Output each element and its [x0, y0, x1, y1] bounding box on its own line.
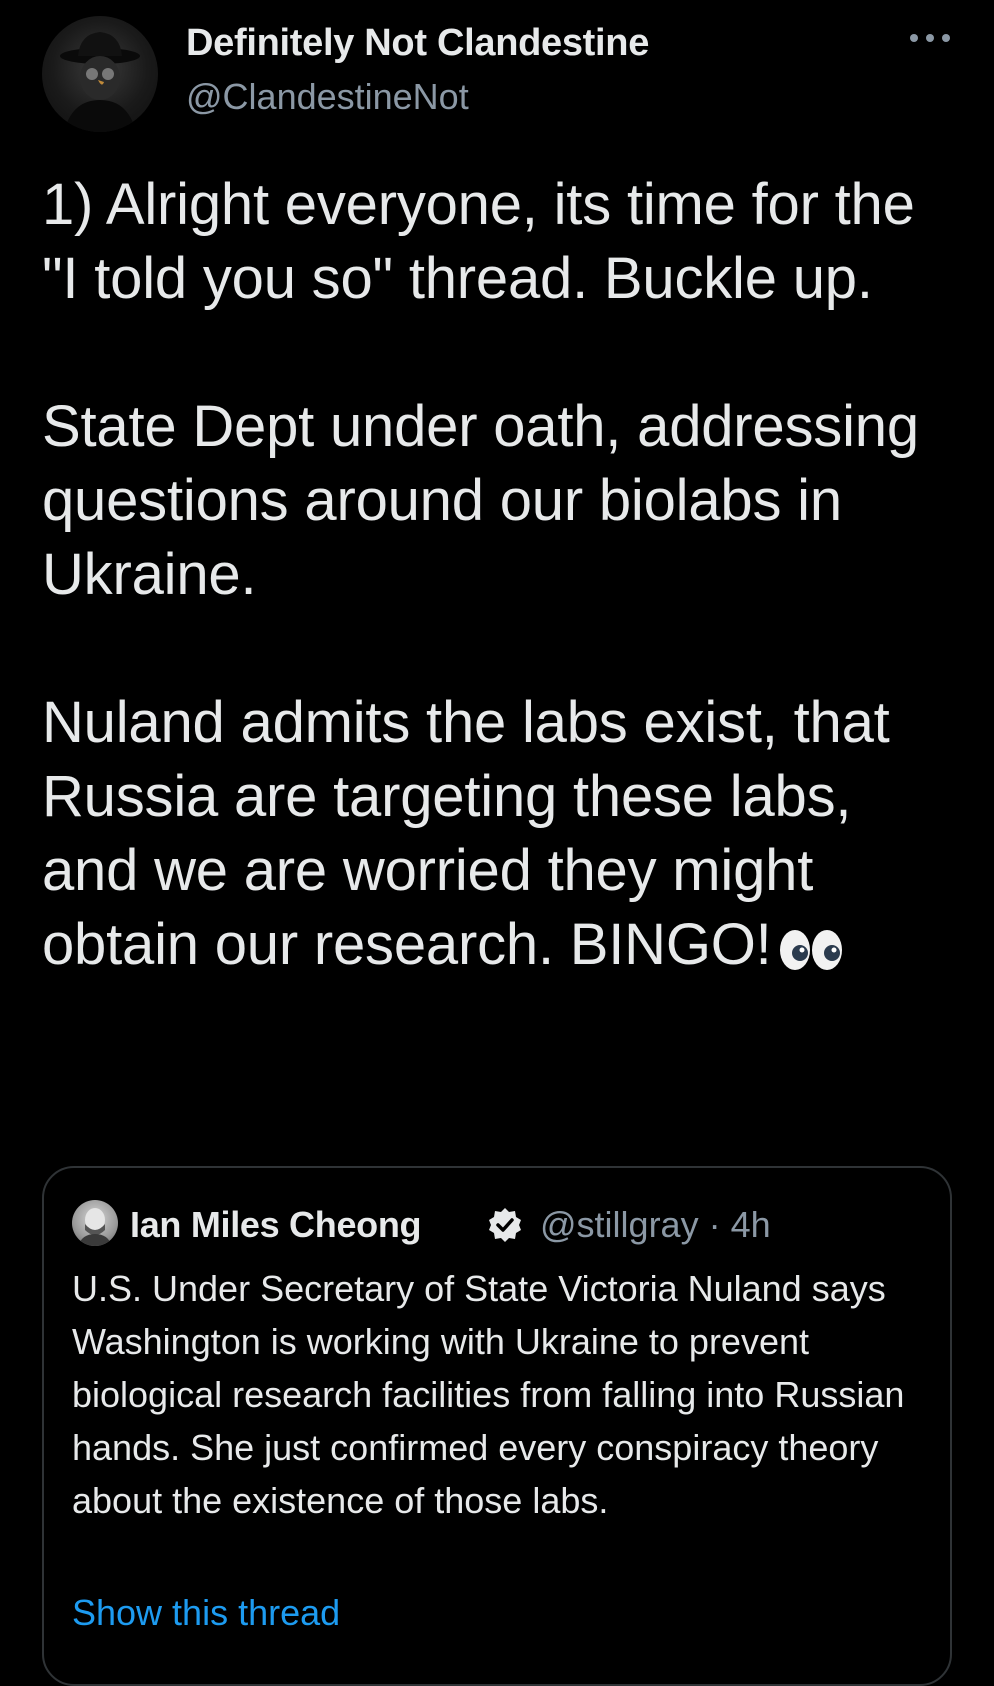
- tweet-paragraph: Nuland admits the labs exist, that Russi…: [42, 686, 952, 990]
- quoted-avatar-image: [78, 1208, 112, 1246]
- display-name[interactable]: Definitely Not Clandestine: [186, 22, 649, 65]
- more-horizontal-icon: [910, 34, 950, 42]
- quoted-display-name: Ian Miles Cheong: [130, 1204, 422, 1245]
- more-button[interactable]: [908, 28, 952, 48]
- handle[interactable]: @ClandestineNot: [186, 76, 469, 118]
- verified-badge-icon: [489, 1208, 521, 1242]
- avatar[interactable]: [42, 16, 158, 132]
- quoted-avatar: [72, 1200, 118, 1246]
- eyes-emoji: [778, 916, 844, 990]
- quoted-tweet[interactable]: Ian Miles Cheong @stillgray · 4h U.S. Un…: [42, 1166, 952, 1686]
- tweet-paragraph: 1) Alright everyone, its time for the "I…: [42, 172, 915, 311]
- tweet-text: 1) Alright everyone, its time for the "I…: [42, 168, 952, 990]
- tweet[interactable]: Definitely Not Clandestine @ClandestineN…: [0, 0, 994, 1686]
- tweet-paragraph-text: Nuland admits the labs exist, that Russi…: [42, 690, 890, 977]
- show-thread-link[interactable]: Show this thread: [72, 1592, 340, 1634]
- tweet-paragraph: State Dept under oath, addressing questi…: [42, 394, 919, 607]
- quoted-tweet-text: U.S. Under Secretary of State Victoria N…: [72, 1268, 905, 1521]
- avatar-image: [60, 32, 140, 132]
- quoted-handle-time: @stillgray · 4h: [540, 1204, 771, 1245]
- tweet-header: Definitely Not Clandestine @ClandestineN…: [42, 16, 952, 132]
